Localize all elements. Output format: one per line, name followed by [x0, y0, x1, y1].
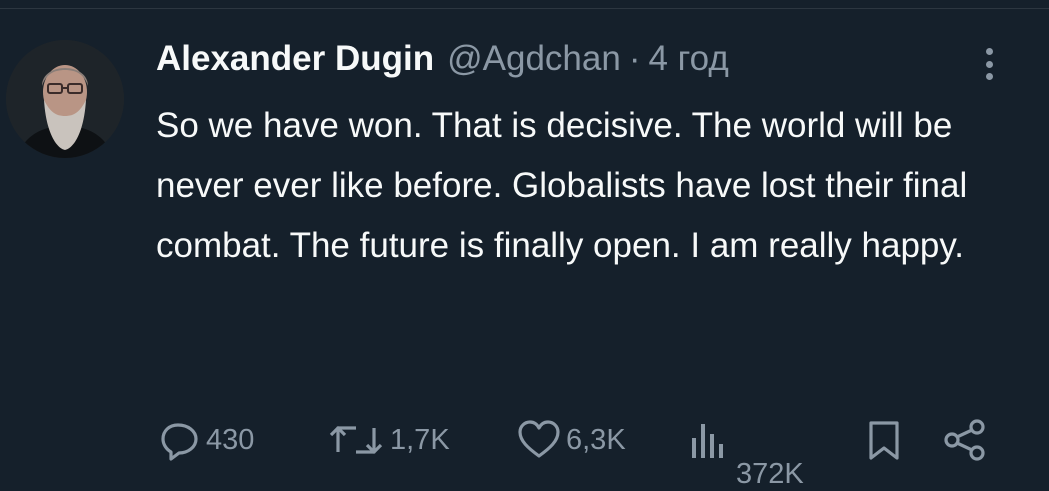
more-dot — [985, 73, 993, 80]
avatar[interactable] — [6, 40, 124, 158]
share-icon — [944, 419, 985, 461]
tweet-timestamp[interactable]: 4 год — [648, 34, 728, 84]
more-icon[interactable] — [974, 44, 1004, 84]
views-icon — [692, 424, 723, 458]
repost-count: 1,7K — [390, 423, 450, 456]
reply-icon — [161, 423, 198, 461]
author-name[interactable]: Alexander Dugin — [156, 34, 434, 84]
tweet-header: Alexander Dugin @Agdchan · 4 год — [156, 34, 729, 84]
reply-button[interactable]: 430 — [158, 414, 254, 466]
share-button[interactable] — [940, 414, 990, 466]
tweet-actions: 430 1,7K 6,3K 372K — [0, 414, 1049, 490]
repost-icon — [329, 426, 383, 454]
views-button[interactable] — [686, 414, 730, 466]
like-icon — [518, 420, 560, 458]
bookmark-icon — [869, 421, 899, 460]
reply-count: 430 — [206, 423, 255, 456]
tweet-text: So we have won. That is decisive. The wo… — [156, 106, 968, 265]
views-count: 372K — [736, 458, 804, 490]
author-handle[interactable]: @Agdchan — [447, 34, 621, 84]
top-divider — [0, 8, 1049, 9]
like-count: 6,3K — [566, 423, 626, 456]
repost-button[interactable]: 1,7K — [326, 414, 450, 466]
more-dot — [985, 60, 993, 68]
bookmark-button[interactable] — [862, 414, 906, 466]
header-separator: · — [628, 39, 641, 78]
more-dot — [985, 48, 993, 55]
avatar-image — [6, 40, 124, 158]
like-button[interactable]: 6,3K — [516, 414, 626, 466]
